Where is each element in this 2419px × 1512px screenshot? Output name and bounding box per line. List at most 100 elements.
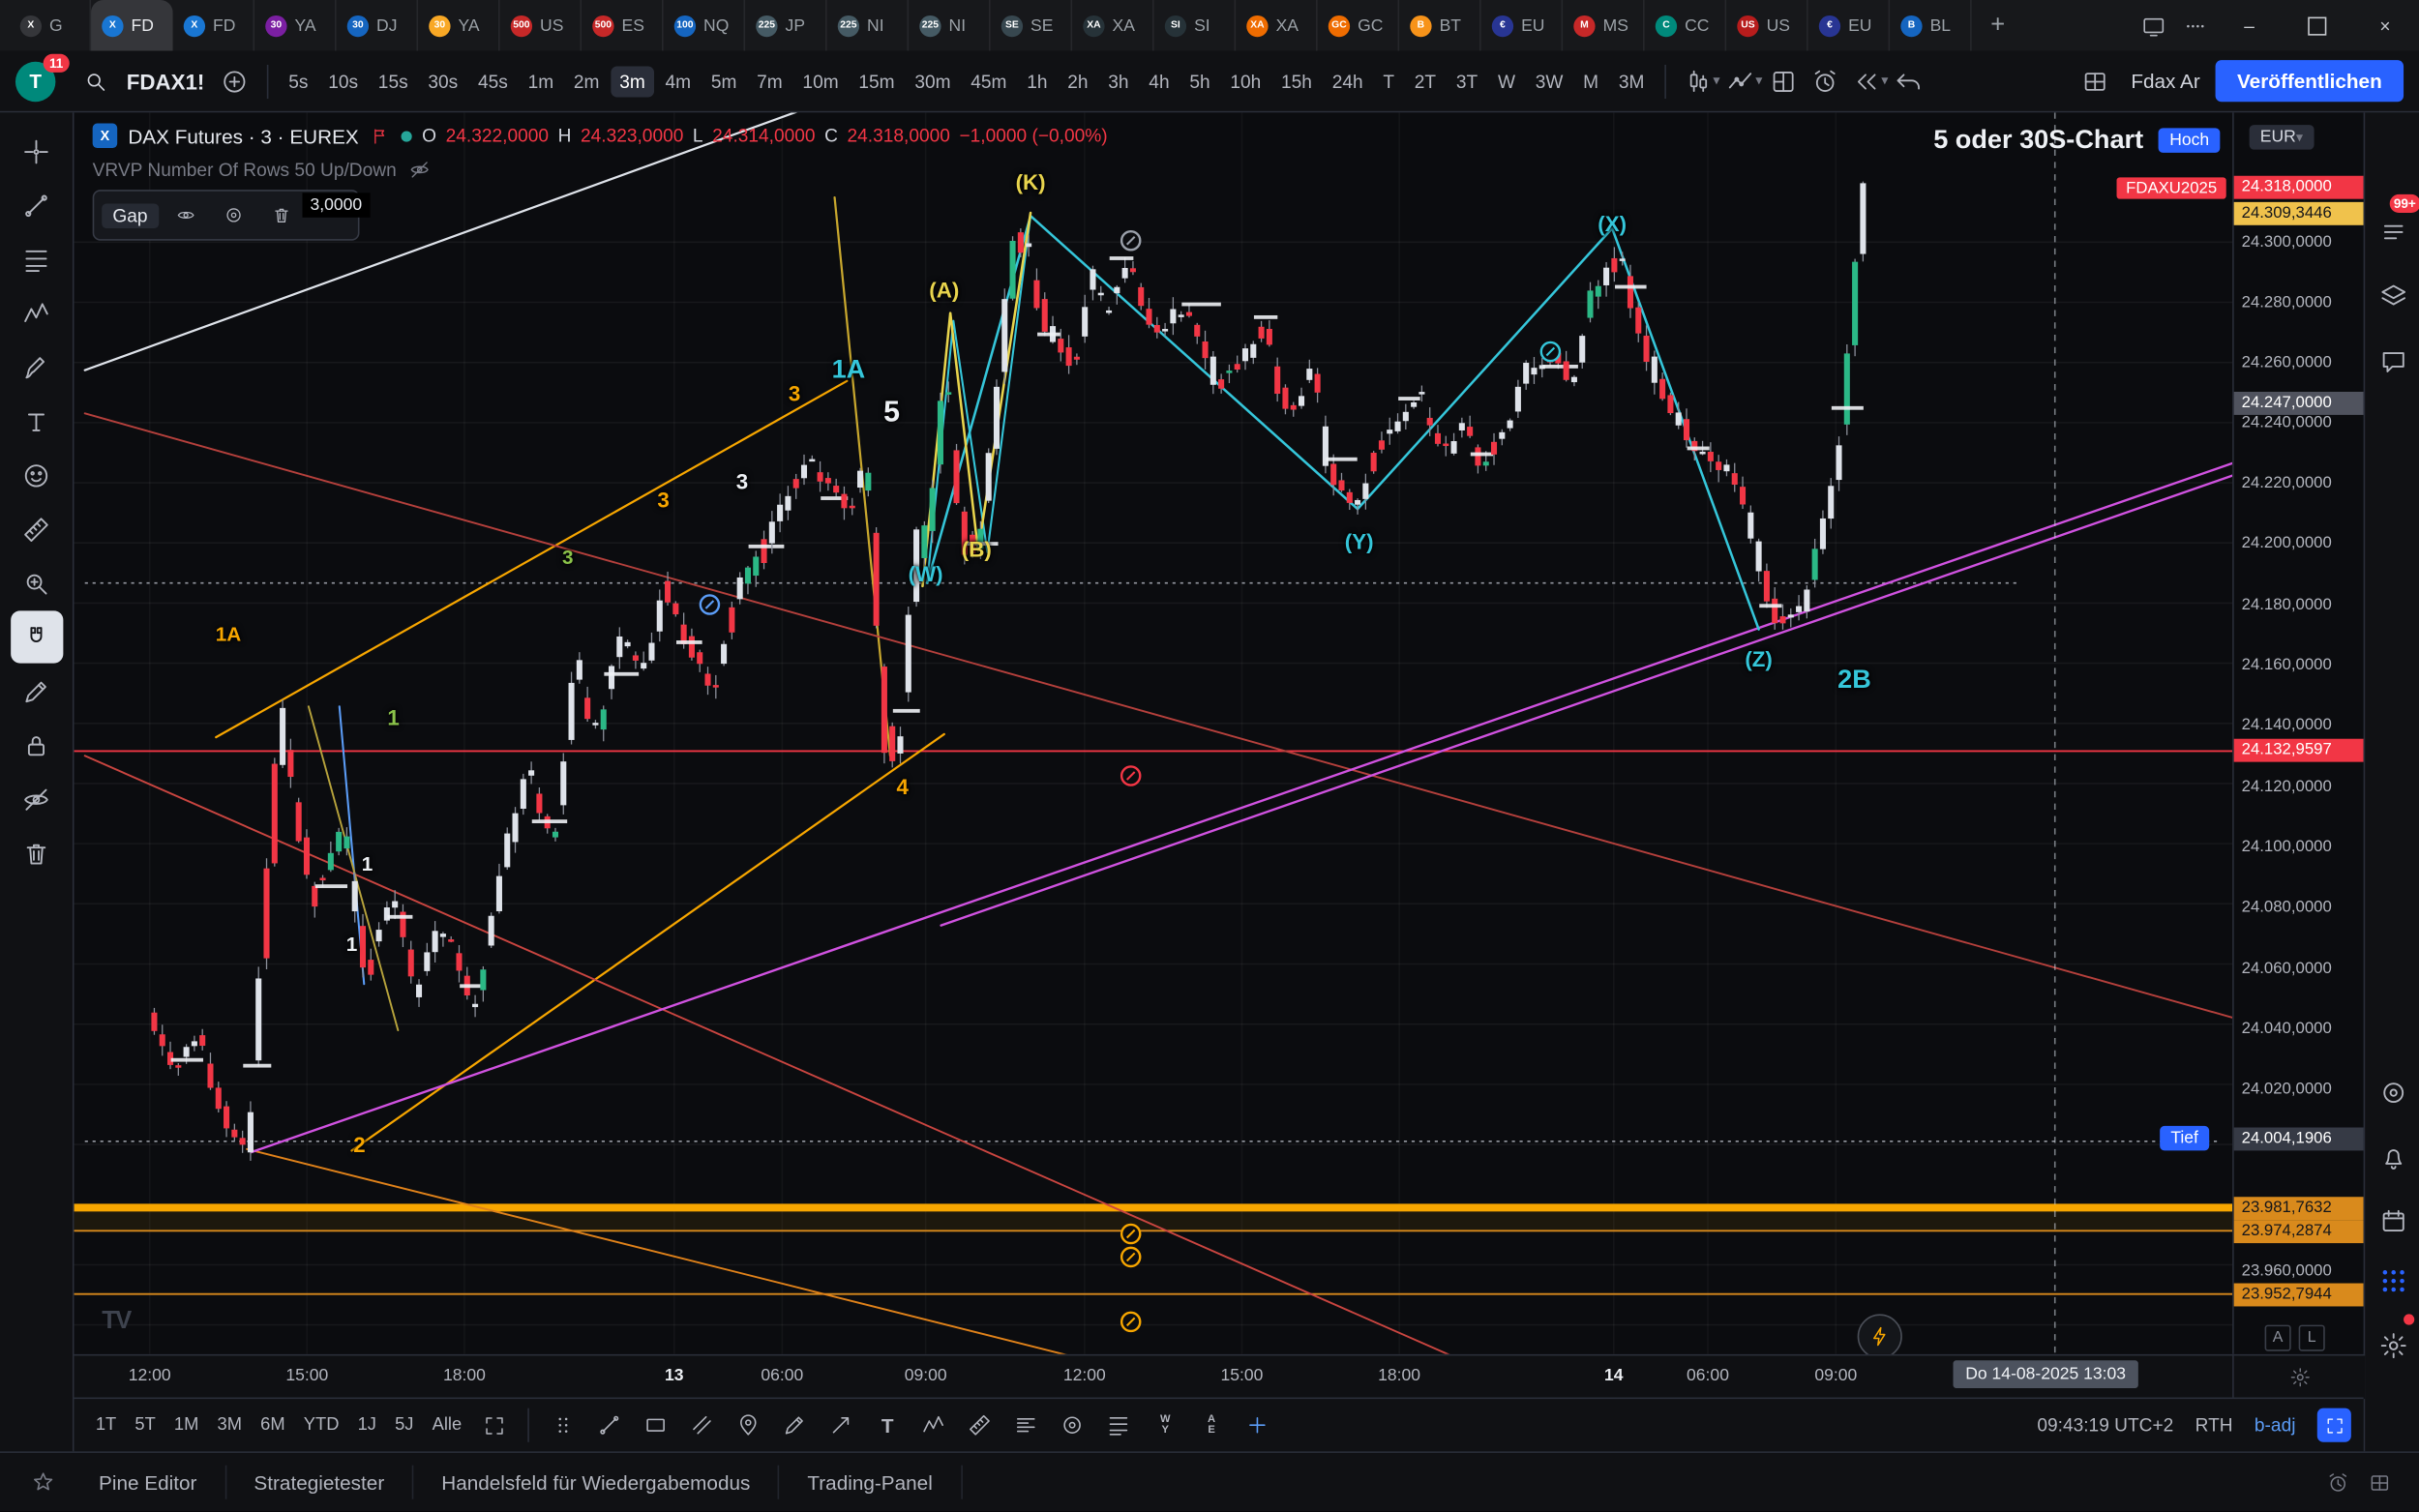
gear-icon[interactable] <box>2365 1319 2419 1371</box>
browser-tab-si[interactable]: SISI <box>1154 0 1237 51</box>
wave-label-z[interactable]: (Z) <box>1745 646 1773 671</box>
timeframe-3T[interactable]: 3T <box>1447 66 1486 97</box>
footer-tab-pine-editor[interactable]: Pine Editor <box>71 1466 225 1499</box>
timeframe-15h[interactable]: 15h <box>1271 66 1321 97</box>
timeframe-3m[interactable]: 3m <box>611 66 655 97</box>
wave-label-w[interactable]: (W) <box>909 561 943 586</box>
arrow-tool-button[interactable] <box>819 1404 865 1447</box>
footer-tab-trading-panel[interactable]: Trading-Panel <box>780 1466 962 1499</box>
browser-tab-us[interactable]: 500US <box>500 0 582 51</box>
timeframe-4m[interactable]: 4m <box>656 66 701 97</box>
scale-button-l[interactable]: L <box>2299 1325 2325 1351</box>
timeframe-24h[interactable]: 24h <box>1323 66 1372 97</box>
pin-tool-button[interactable] <box>726 1404 772 1447</box>
panel-toggle-icon[interactable] <box>2368 1470 2391 1494</box>
timeframe-2T[interactable]: 2T <box>1405 66 1445 97</box>
browser-tab-ms[interactable]: MMS <box>1563 0 1645 51</box>
browser-tab-dj[interactable]: 30DJ <box>337 0 419 51</box>
range-1m[interactable]: 1M <box>164 1411 208 1439</box>
wave-label-1[interactable]: 1 <box>346 933 358 956</box>
range-alle[interactable]: Alle <box>423 1411 471 1439</box>
timeline-icon[interactable] <box>2326 1470 2349 1494</box>
favorites-star-icon[interactable] <box>15 1469 71 1495</box>
timeframe-45s[interactable]: 45s <box>468 66 517 97</box>
browser-tab-bl[interactable]: BBL <box>1890 0 1972 51</box>
tradingview-watermark[interactable]: TV <box>102 1308 130 1336</box>
timeframe-1h[interactable]: 1h <box>1018 66 1057 97</box>
wave-label-1[interactable]: 1 <box>387 705 399 730</box>
wave-label-2b[interactable]: 2B <box>1837 665 1871 696</box>
wave-label-1a[interactable]: 1A <box>216 622 242 645</box>
fib-tool[interactable] <box>10 233 62 285</box>
legend-title[interactable]: DAX Futures · 3 · EUREX <box>128 124 358 147</box>
plus-blue-tool-button[interactable] <box>1235 1404 1281 1447</box>
timeframe-4h[interactable]: 4h <box>1140 66 1179 97</box>
range-6m[interactable]: 6M <box>252 1411 295 1439</box>
wave-label-2[interactable]: 2 <box>353 1132 365 1157</box>
timeframe-T[interactable]: T <box>1374 66 1404 97</box>
letters-WY-tool-button[interactable]: WY <box>1142 1404 1188 1447</box>
chevron-down-icon[interactable]: ▾ <box>1713 73 1719 90</box>
new-tab-button[interactable]: + <box>1978 6 2017 45</box>
range-ytd[interactable]: YTD <box>294 1411 348 1439</box>
timeframe-3M[interactable]: 3M <box>1609 66 1654 97</box>
browser-tab-es[interactable]: 500ES <box>582 0 664 51</box>
timeframe-10m[interactable]: 10m <box>793 66 848 97</box>
handle-tool-button[interactable] <box>541 1404 587 1447</box>
chart-canvas[interactable] <box>75 112 2233 1353</box>
wave-label-1a[interactable]: 1A <box>832 355 866 386</box>
clock-label[interactable]: 09:43:19 UTC+2 <box>2037 1414 2173 1436</box>
text-letter-T-tool-button[interactable]: T <box>864 1404 911 1447</box>
scale-button-a[interactable]: A <box>2265 1325 2291 1351</box>
wave-label-3[interactable]: 3 <box>736 469 748 494</box>
browser-tab-bt[interactable]: BBT <box>1399 0 1481 51</box>
measure-tool-button[interactable] <box>957 1404 1003 1447</box>
indicator-row[interactable]: VRVP Number Of Rows 50 Up/Down <box>93 159 431 180</box>
pattern-tool[interactable] <box>10 287 62 340</box>
magnet-tool[interactable] <box>10 610 62 663</box>
pencil-tool-button[interactable] <box>772 1404 819 1447</box>
timeframe-M[interactable]: M <box>1574 66 1608 97</box>
target-tool-button[interactable] <box>1050 1404 1096 1447</box>
timeframe-2m[interactable]: 2m <box>564 66 609 97</box>
rows-tool-button[interactable] <box>1003 1404 1050 1447</box>
wave-label-5[interactable]: 5 <box>883 397 900 430</box>
timeframe-15s[interactable]: 15s <box>369 66 417 97</box>
layout-name[interactable]: Fdax Ar <box>2131 70 2199 93</box>
wave-label-4[interactable]: 4 <box>897 774 909 799</box>
eye-off-icon[interactable] <box>408 159 430 180</box>
trendline-tool-button[interactable] <box>586 1404 633 1447</box>
browser-tab-g[interactable]: XG <box>10 0 92 51</box>
trendline-tool[interactable] <box>10 179 62 231</box>
trash-tool[interactable] <box>10 827 62 879</box>
chart-legend[interactable]: X DAX Futures · 3 · EUREX O24.322,0000H2… <box>93 124 1108 149</box>
fib-tool-button[interactable] <box>1095 1404 1142 1447</box>
timeframe-W[interactable]: W <box>1488 66 1524 97</box>
channel-tool-button[interactable] <box>679 1404 726 1447</box>
browser-tab-jp[interactable]: 225JP <box>745 0 827 51</box>
publish-button[interactable]: Veröffentlichen <box>2216 60 2404 102</box>
browser-tab-fd[interactable]: XFD <box>173 0 255 51</box>
browser-tab-ya[interactable]: 30YA <box>254 0 337 51</box>
browser-tab-nq[interactable]: 100NQ <box>664 0 746 51</box>
wave-label-k[interactable]: (K) <box>1016 169 1046 194</box>
footer-tab-strategietester[interactable]: Strategietester <box>226 1466 414 1499</box>
browser-tab-us[interactable]: USUS <box>1726 0 1808 51</box>
wave-label-3[interactable]: 3 <box>562 546 574 569</box>
pencil-tool[interactable] <box>10 665 62 717</box>
time-axis[interactable]: Do 14-08-2025 13:03 12:0015:0018:001306:… <box>75 1354 2233 1399</box>
timeframe-45m[interactable]: 45m <box>962 66 1016 97</box>
range-1t[interactable]: 1T <box>86 1411 126 1439</box>
emoji-tool[interactable] <box>10 449 62 501</box>
timeframe-1m[interactable]: 1m <box>519 66 563 97</box>
currency-selector[interactable]: EUR▾ <box>2250 125 2314 150</box>
expand-icon[interactable] <box>471 1404 518 1447</box>
session-label[interactable]: RTH <box>2195 1414 2233 1436</box>
browser-tab-gc[interactable]: GCGC <box>1318 0 1400 51</box>
range-1j[interactable]: 1J <box>348 1411 386 1439</box>
browser-tab-ni[interactable]: 225NI <box>827 0 910 51</box>
browser-tab-cc[interactable]: CCC <box>1645 0 1727 51</box>
flag-icon[interactable] <box>370 126 390 146</box>
browser-tab-eu[interactable]: €EU <box>1808 0 1891 51</box>
compare-add-icon[interactable] <box>214 60 255 102</box>
